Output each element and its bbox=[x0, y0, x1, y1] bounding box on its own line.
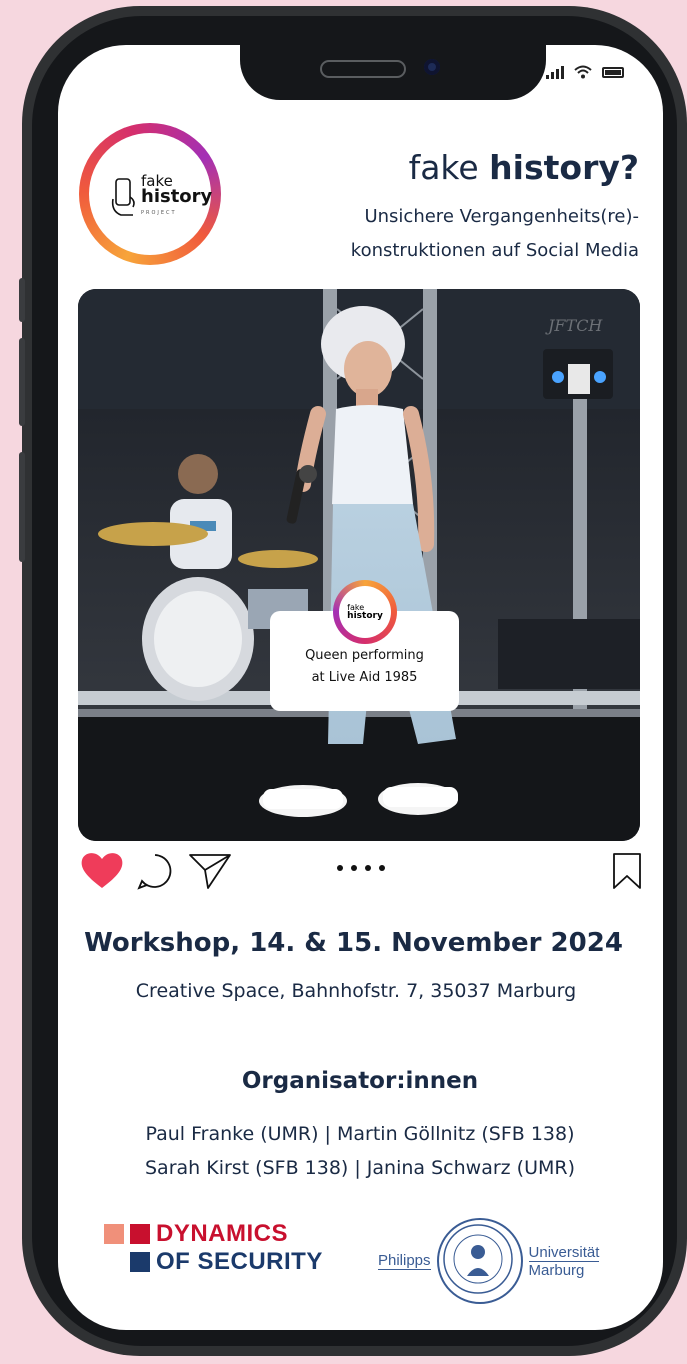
phone-hand-icon bbox=[111, 178, 135, 216]
dynamics-of-security-logo: DYNAMICS OF SECURITY bbox=[104, 1220, 323, 1275]
avatar-inner: fake history PROJECT bbox=[89, 133, 212, 255]
fake-history-logo: fake history PROJECT bbox=[111, 173, 212, 221]
dos-line-1: DYNAMICS bbox=[156, 1220, 289, 1247]
university-marburg-logo: Philipps Universität Marburg bbox=[378, 1218, 600, 1304]
logo-square-red bbox=[130, 1224, 150, 1244]
caption-line-1: Queen performing bbox=[305, 648, 424, 663]
caption-avatar[interactable]: fake history bbox=[333, 580, 397, 644]
front-camera bbox=[424, 59, 440, 75]
logo-history: history bbox=[141, 186, 213, 207]
page-title: fake history? bbox=[409, 148, 639, 187]
heart-icon[interactable] bbox=[80, 850, 124, 890]
title-bold: history? bbox=[489, 148, 639, 187]
post-actions bbox=[80, 850, 642, 890]
wifi-icon bbox=[574, 65, 592, 79]
battery-icon bbox=[602, 66, 624, 78]
notch bbox=[240, 44, 546, 100]
caption-line-2: at Live Aid 1985 bbox=[311, 670, 418, 685]
bookmark-icon[interactable] bbox=[612, 852, 642, 890]
logo-project: PROJECT bbox=[141, 210, 177, 216]
logo-square-navy bbox=[130, 1252, 150, 1272]
profile-avatar[interactable]: fake history PROJECT bbox=[79, 123, 221, 265]
university-seal-icon bbox=[436, 1218, 523, 1304]
photo-watermark: JFTCH bbox=[545, 316, 603, 335]
uni-universitaet: Universität bbox=[528, 1243, 600, 1262]
send-icon[interactable] bbox=[188, 852, 232, 890]
subtitle-line-2: konstruktionen auf Social Media bbox=[350, 240, 639, 261]
more-dots-icon[interactable] bbox=[337, 865, 385, 871]
comment-icon[interactable] bbox=[136, 852, 174, 890]
organizers-heading: Organisator:innen bbox=[241, 1068, 479, 1094]
event-location: Creative Space, Bahnhofstr. 7, 35037 Mar… bbox=[135, 980, 577, 1002]
caption-logo-history: history bbox=[347, 611, 383, 621]
organizers-line-2: Sarah Kirst (SFB 138) | Janina Schwarz (… bbox=[145, 1157, 575, 1179]
speaker-grille bbox=[320, 60, 406, 78]
stage-scene: JFTCH bbox=[78, 289, 640, 841]
title-light: fake bbox=[408, 148, 479, 187]
mute-switch bbox=[19, 278, 25, 322]
volume-down-button bbox=[19, 452, 25, 562]
volume-up-button bbox=[19, 338, 25, 426]
caption-avatar-inner: fake history bbox=[339, 586, 391, 638]
logo-square-salmon bbox=[104, 1224, 124, 1244]
event-title: Workshop, 14. & 15. November 2024 bbox=[84, 928, 623, 958]
dos-line-2: OF SECURITY bbox=[156, 1248, 323, 1275]
organizers-line-1: Paul Franke (UMR) | Martin Göllnitz (SFB… bbox=[145, 1123, 575, 1145]
uni-philipps: Philipps bbox=[378, 1252, 431, 1270]
post-photo[interactable]: JFTCH bbox=[78, 289, 640, 841]
subtitle-line-1: Unsichere Vergangenheits(re)- bbox=[364, 206, 639, 227]
status-bar bbox=[546, 65, 624, 79]
subtitle: Unsichere Vergangenheits(re)- konstrukti… bbox=[239, 200, 639, 268]
uni-marburg: Marburg bbox=[528, 1261, 585, 1279]
signal-icon bbox=[546, 65, 564, 79]
